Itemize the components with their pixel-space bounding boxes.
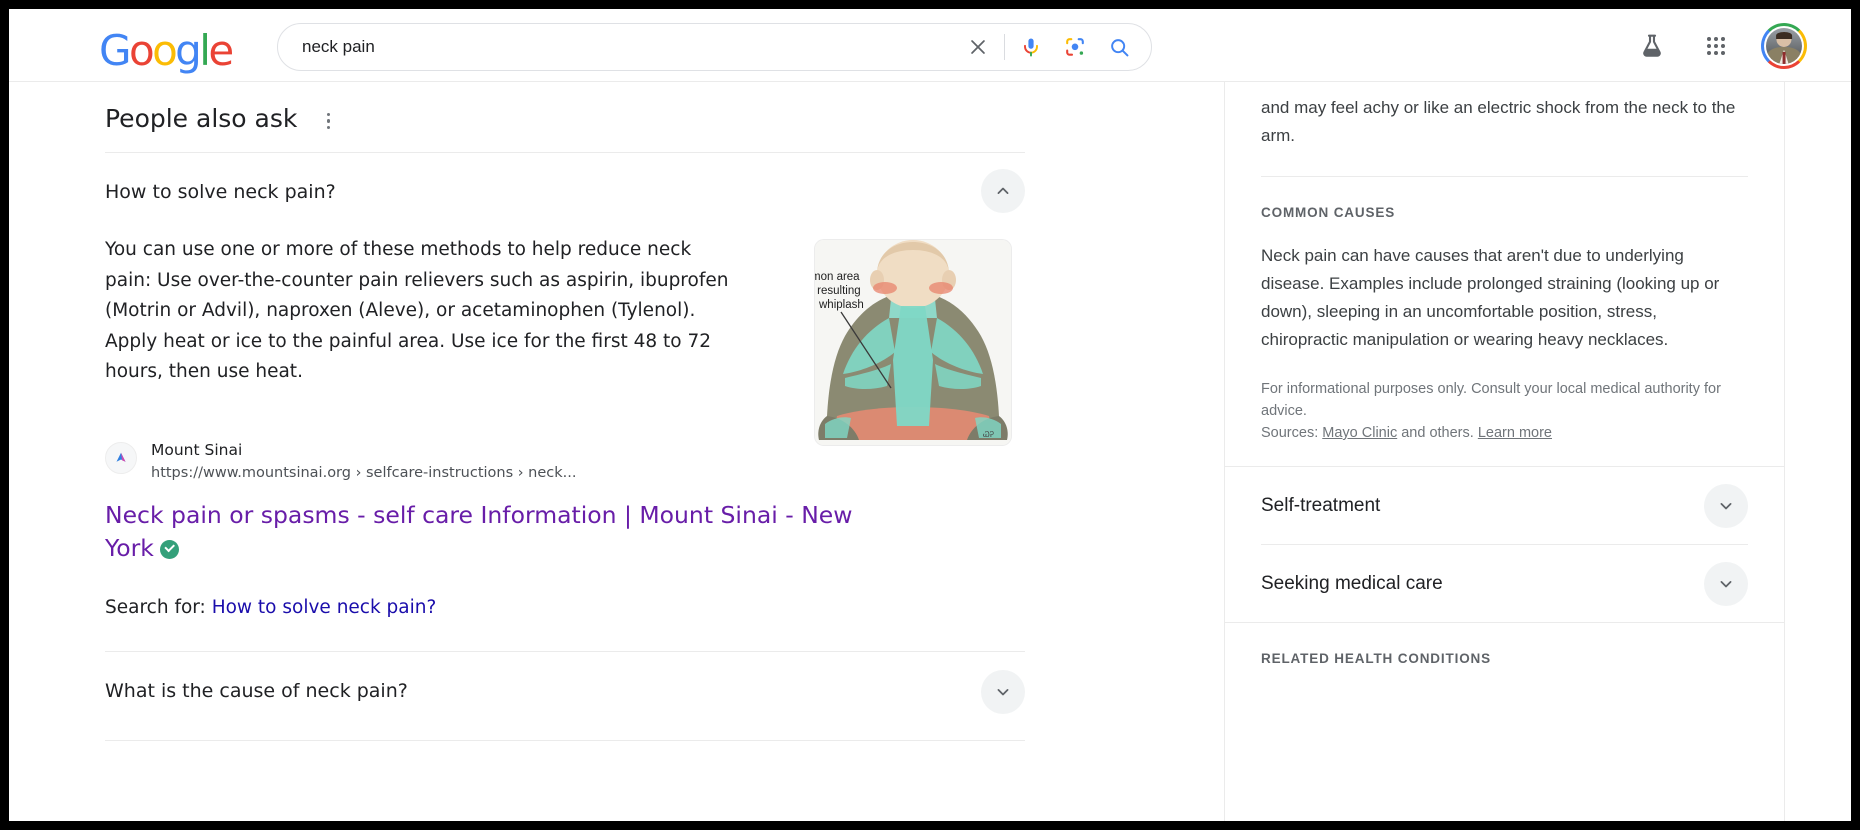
result-title-wrapper: Neck pain or spasms - self care Informat…	[105, 499, 1025, 565]
paa-item-collapsed: What is the cause of neck pain?	[105, 652, 1025, 741]
avatar[interactable]	[1761, 23, 1807, 69]
search-input[interactable]	[300, 36, 956, 58]
kebab-menu-icon[interactable]	[315, 108, 341, 134]
chevron-up-icon[interactable]	[981, 169, 1025, 213]
kp-accordion-group: Self-treatment Seeking medical care	[1225, 466, 1784, 666]
google-apps-grid-icon[interactable]	[1699, 29, 1733, 63]
kebab-dot-2	[327, 119, 331, 123]
result-title-link[interactable]: Neck pain or spasms - self care Informat…	[105, 499, 865, 565]
kp-accordion-label: Seeking medical care	[1261, 573, 1443, 595]
avatar-photo	[1766, 28, 1802, 64]
logo-letter-o2: o	[152, 30, 175, 72]
search-bar[interactable]	[277, 23, 1152, 71]
avatar-ring-inner	[1764, 26, 1804, 66]
kebab-dot-3	[327, 126, 331, 130]
chevron-down-icon[interactable]	[981, 670, 1025, 714]
anatomy-thumbnail-image[interactable]: mon area in resulting whiplash ᏇᎮ	[815, 240, 1011, 445]
search-for-label: Search for:	[105, 597, 206, 618]
paa-question-row[interactable]: What is the cause of neck pain?	[105, 652, 1025, 714]
chevron-down-icon[interactable]	[1704, 562, 1748, 606]
kp-disclaimer: For informational purposes only. Consult…	[1261, 354, 1748, 444]
svg-text:whiplash: whiplash	[818, 299, 864, 311]
kp-source-link-mayo-clinic[interactable]: Mayo Clinic	[1322, 425, 1397, 441]
clear-search-icon[interactable]	[956, 25, 1000, 69]
source-texts: Mount Sinai https://www.mountsinai.org ›…	[151, 440, 576, 483]
paa-answer-block: You can use one or more of these methods…	[105, 213, 1025, 388]
verified-check-icon	[160, 540, 179, 559]
google-lens-icon[interactable]	[1053, 25, 1097, 69]
avatar-tie	[1783, 52, 1786, 64]
paa-answer-text: You can use one or more of these methods…	[105, 235, 735, 388]
source-name: Mount Sinai	[151, 440, 576, 461]
search-submit-icon[interactable]	[1097, 25, 1141, 69]
search-header: Google	[9, 9, 1851, 82]
kp-accordion-seeking-medical-care[interactable]: Seeking medical care	[1261, 545, 1748, 622]
people-also-ask-header: People also ask	[105, 82, 1025, 134]
chevron-down-icon[interactable]	[1704, 484, 1748, 528]
paa-question-text: How to solve neck pain?	[105, 179, 336, 205]
paa-question-text: What is the cause of neck pain?	[105, 678, 408, 704]
kp-accordion-self-treatment[interactable]: Self-treatment	[1261, 467, 1748, 544]
kp-accordion-self-treatment-wrap: Self-treatment Seeking medical care	[1225, 467, 1784, 622]
search-results-content: People also ask How to solve neck pain?	[9, 82, 1851, 821]
page-title: People also ask	[105, 104, 297, 134]
browser-frame: Google	[0, 0, 1860, 830]
svg-text:mon area: mon area	[815, 271, 860, 283]
search-input-wrapper	[278, 36, 956, 58]
mount-sinai-favicon-icon	[105, 442, 137, 474]
search-labs-flask-icon[interactable]	[1635, 29, 1669, 63]
kp-related-wrap: Related health conditions	[1225, 623, 1784, 666]
paa-question-row[interactable]: How to solve neck pain?	[105, 153, 1025, 213]
logo-letter-l: l	[199, 30, 208, 72]
result-title-text: Neck pain or spasms - self care Informat…	[105, 501, 852, 562]
knowledge-panel: and may feel achy or like an electric sh…	[1224, 82, 1785, 821]
logo-letter-g1: G	[99, 30, 129, 72]
kp-disclaimer-line: For informational purposes only. Consult…	[1261, 378, 1748, 422]
logo-letter-e: e	[208, 30, 231, 72]
search-for-link[interactable]: How to solve neck pain?	[212, 597, 437, 618]
kebab-dot-1	[327, 113, 331, 117]
people-also-ask-module: People also ask How to solve neck pain?	[105, 82, 1025, 741]
kp-sources-prefix: Sources:	[1261, 425, 1318, 441]
svg-text:ᏇᎮ: ᏇᎮ	[983, 430, 994, 439]
svg-text:in resulting: in resulting	[815, 285, 861, 297]
divider-after-question	[105, 740, 1025, 741]
search-for-row: Search for: How to solve neck pain?	[105, 565, 1025, 621]
source-url: https://www.mountsinai.org › selfcare-in…	[151, 463, 576, 483]
knowledge-panel-inner: and may feel achy or like an electric sh…	[1225, 82, 1784, 444]
kp-sources-line: Sources: Mayo Clinic and others. Learn m…	[1261, 422, 1748, 444]
logo-letter-g2: g	[175, 30, 199, 72]
logo-letter-o1: o	[129, 30, 152, 72]
paa-item-expanded: How to solve neck pain? You can use one …	[105, 153, 1025, 652]
kp-related-health-conditions-label: Related health conditions	[1261, 623, 1748, 666]
avatar-hair	[1776, 32, 1792, 39]
kp-common-causes-label: Common causes	[1261, 177, 1748, 220]
kp-sources-middle: and others.	[1401, 425, 1474, 441]
search-divider	[1004, 34, 1005, 60]
page-viewport: Google	[9, 9, 1851, 821]
kp-accordion-label: Self-treatment	[1261, 495, 1380, 517]
kp-symptoms-paragraph: and may feel achy or like an electric sh…	[1261, 82, 1748, 150]
kp-learn-more-link[interactable]: Learn more	[1478, 425, 1552, 441]
kp-common-causes-paragraph: Neck pain can have causes that aren't du…	[1261, 220, 1748, 354]
microphone-icon[interactable]	[1009, 25, 1053, 69]
google-logo[interactable]: Google	[99, 30, 232, 72]
